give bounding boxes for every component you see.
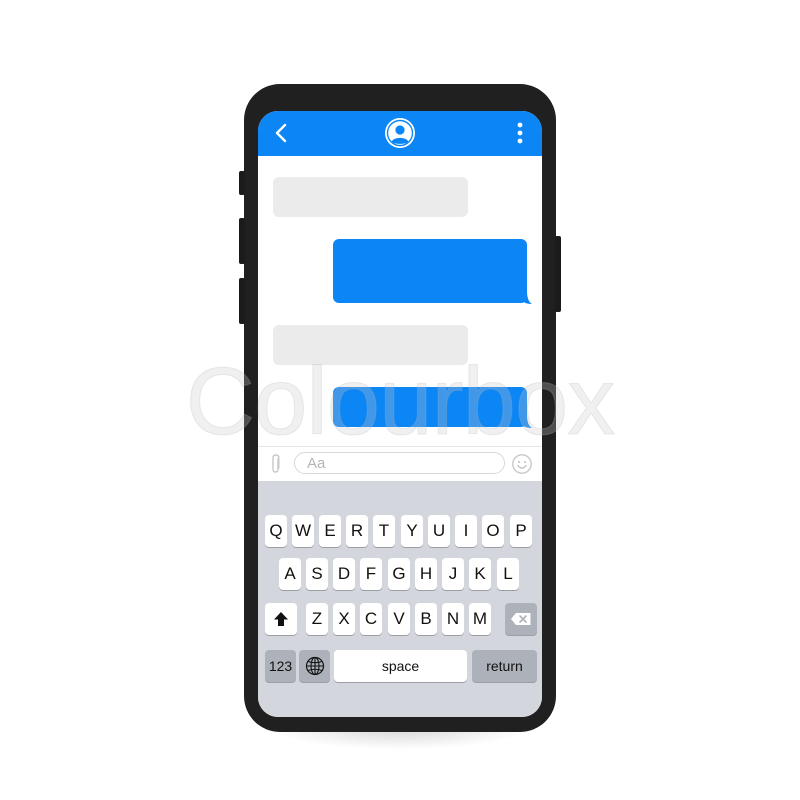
key-g[interactable]: G xyxy=(388,558,410,590)
key-a[interactable]: A xyxy=(279,558,301,590)
power-button xyxy=(555,236,561,312)
backspace-icon xyxy=(511,613,531,625)
message-bubble-outgoing xyxy=(333,387,527,427)
key-u[interactable]: U xyxy=(428,515,450,547)
key-f[interactable]: F xyxy=(360,558,382,590)
key-z[interactable]: Z xyxy=(306,603,328,635)
key-j[interactable]: J xyxy=(442,558,464,590)
key-i[interactable]: I xyxy=(455,515,477,547)
key-h[interactable]: H xyxy=(415,558,437,590)
message-bubble-incoming xyxy=(273,325,468,365)
key-l[interactable]: L xyxy=(497,558,519,590)
bubble-tail xyxy=(520,415,532,428)
key-c[interactable]: C xyxy=(360,603,382,635)
message-bubble-outgoing xyxy=(333,239,527,303)
space-key[interactable]: space xyxy=(334,650,467,682)
volume-up-button xyxy=(239,218,245,264)
numbers-key[interactable]: 123 xyxy=(265,650,296,682)
key-v[interactable]: V xyxy=(388,603,410,635)
volume-down-button xyxy=(239,278,245,324)
emoji-icon[interactable] xyxy=(511,453,533,475)
globe-key[interactable] xyxy=(299,650,330,682)
message-bubble-incoming xyxy=(273,177,468,217)
key-s[interactable]: S xyxy=(306,558,328,590)
key-n[interactable]: N xyxy=(442,603,464,635)
return-key[interactable]: return xyxy=(472,650,537,682)
chat-header xyxy=(258,111,542,156)
shift-key[interactable] xyxy=(265,603,297,635)
key-d[interactable]: D xyxy=(333,558,355,590)
keyboard: Q W E R T Y U I O P A S D F G H J K L Z … xyxy=(258,481,542,717)
globe-icon xyxy=(305,656,324,676)
key-b[interactable]: B xyxy=(415,603,437,635)
key-r[interactable]: R xyxy=(346,515,368,547)
shift-icon xyxy=(274,612,288,626)
key-t[interactable]: T xyxy=(373,515,395,547)
message-composer xyxy=(258,446,542,481)
message-input[interactable] xyxy=(294,452,505,474)
mute-switch xyxy=(239,171,245,195)
bubble-tail xyxy=(520,291,532,304)
chat-screen: Q W E R T Y U I O P A S D F G H J K L Z … xyxy=(258,111,542,717)
back-chevron-icon[interactable] xyxy=(272,122,292,144)
key-o[interactable]: O xyxy=(482,515,504,547)
more-vertical-icon[interactable] xyxy=(514,121,526,147)
key-w[interactable]: W xyxy=(292,515,314,547)
key-y[interactable]: Y xyxy=(401,515,423,547)
key-m[interactable]: M xyxy=(469,603,491,635)
key-e[interactable]: E xyxy=(319,515,341,547)
backspace-key[interactable] xyxy=(505,603,537,635)
key-p[interactable]: P xyxy=(510,515,532,547)
avatar-icon[interactable] xyxy=(384,117,416,149)
paperclip-icon[interactable] xyxy=(269,453,283,475)
key-k[interactable]: K xyxy=(469,558,491,590)
key-q[interactable]: Q xyxy=(265,515,287,547)
key-x[interactable]: X xyxy=(333,603,355,635)
